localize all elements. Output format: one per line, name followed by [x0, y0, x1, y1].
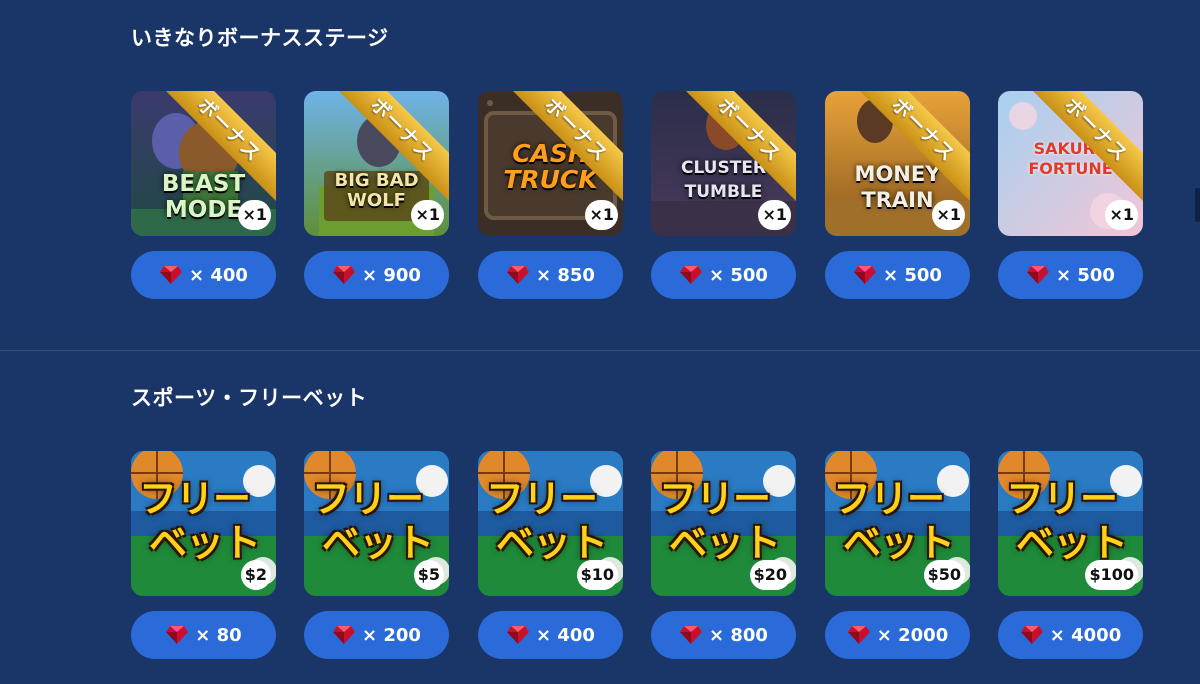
quantity-badge: ×1	[411, 200, 444, 230]
shop-item-freebet[interactable]: フリー ベット $100 × 4000	[998, 451, 1143, 661]
price-button[interactable]: × 500	[825, 251, 970, 299]
sports-freebet-section: スポーツ・フリーベット フリー ベット $2 × 80 フリー ベット $5 ×…	[0, 351, 1200, 684]
freebet-line2: ベット	[669, 521, 781, 565]
section-title: スポーツ・フリーベット	[131, 386, 368, 410]
price-button[interactable]: × 500	[651, 251, 796, 299]
freebet-line1: フリー	[833, 477, 945, 521]
freebet-thumbnail[interactable]: フリー ベット $20	[651, 451, 796, 596]
quantity-badge: ×1	[758, 200, 791, 230]
freebet-thumbnail[interactable]: フリー ベット $5	[304, 451, 449, 596]
ruby-gem-icon	[166, 626, 189, 644]
price-button[interactable]: × 80	[131, 611, 276, 659]
shop-item-freebet[interactable]: フリー ベット $5 × 200	[304, 451, 449, 661]
quantity-badge: ×1	[585, 200, 618, 230]
amount-badge: $20	[749, 560, 791, 590]
price-label: × 400	[536, 624, 595, 646]
price-label: × 900	[362, 264, 421, 286]
price-label: × 800	[709, 624, 768, 646]
shop-item-cluster-tumble[interactable]: CLUSTER TUMBLE ボーナス ×1 × 500	[651, 91, 796, 301]
freebet-logo: フリー ベット	[659, 477, 789, 565]
ruby-gem-icon	[507, 626, 530, 644]
ruby-gem-icon	[854, 266, 877, 284]
ruby-gem-icon	[507, 266, 530, 284]
freebet-logo: フリー ベット	[312, 477, 442, 565]
scrollbar-thumb[interactable]	[1195, 188, 1200, 222]
price-label: × 850	[536, 264, 595, 286]
freebet-logo: フリー ベット	[833, 477, 963, 565]
freebet-thumbnail[interactable]: フリー ベット $50	[825, 451, 970, 596]
section-title: いきなりボーナスステージ	[131, 26, 389, 50]
game-thumbnail[interactable]: BEAST MODE ボーナス ×1	[131, 91, 276, 236]
freebet-logo: フリー ベット	[139, 477, 269, 565]
game-thumbnail[interactable]: CASH TRUCK ボーナス ×1	[478, 91, 623, 236]
freebet-line2: ベット	[496, 521, 608, 565]
game-thumbnail[interactable]: MONEY TRAIN ボーナス ×1	[825, 91, 970, 236]
freebet-logo: フリー ベット	[486, 477, 616, 565]
amount-badge: $50	[923, 560, 965, 590]
shop-item-money-train[interactable]: MONEY TRAIN ボーナス ×1 × 500	[825, 91, 970, 301]
freebet-line2: ベット	[843, 521, 955, 565]
freebet-line1: フリー	[139, 477, 251, 521]
shop-item-freebet[interactable]: フリー ベット $50 × 2000	[825, 451, 970, 661]
freebet-line1: フリー	[312, 477, 424, 521]
game-thumbnail[interactable]: CLUSTER TUMBLE ボーナス ×1	[651, 91, 796, 236]
ruby-gem-icon	[680, 626, 703, 644]
amount-badge: $2	[240, 560, 271, 590]
freebet-logo: フリー ベット	[1006, 477, 1136, 565]
price-button[interactable]: × 400	[478, 611, 623, 659]
price-label: × 400	[189, 264, 248, 286]
price-button[interactable]: × 850	[478, 251, 623, 299]
price-button[interactable]: × 900	[304, 251, 449, 299]
price-label: × 500	[883, 264, 942, 286]
price-button[interactable]: × 400	[131, 251, 276, 299]
shop-item-freebet[interactable]: フリー ベット $2 × 80	[131, 451, 276, 661]
price-button[interactable]: × 800	[651, 611, 796, 659]
shop-item-freebet[interactable]: フリー ベット $20 × 800	[651, 451, 796, 661]
price-label: × 200	[362, 624, 421, 646]
quantity-badge: ×1	[932, 200, 965, 230]
amount-badge: $10	[576, 560, 618, 590]
quantity-badge: ×1	[1105, 200, 1138, 230]
price-label: × 80	[195, 624, 242, 646]
shop-item-big-bad-wolf[interactable]: BIG BAD WOLF ボーナス ×1 × 900	[304, 91, 449, 301]
price-label: × 4000	[1049, 624, 1122, 646]
price-button[interactable]: × 4000	[998, 611, 1143, 659]
ruby-gem-icon	[160, 266, 183, 284]
shop-item-freebet[interactable]: フリー ベット $10 × 400	[478, 451, 623, 661]
quantity-badge: ×1	[238, 200, 271, 230]
bonus-stage-section: いきなりボーナスステージ BEAST MODE ボーナス ×1 × 400 BI…	[0, 0, 1200, 350]
amount-badge: $5	[413, 560, 444, 590]
freebet-thumbnail[interactable]: フリー ベット $100	[998, 451, 1143, 596]
freebet-line1: フリー	[659, 477, 771, 521]
ruby-gem-icon	[1020, 626, 1043, 644]
ruby-gem-icon	[1027, 266, 1050, 284]
freebet-line2: ベット	[1016, 521, 1128, 565]
game-thumbnail[interactable]: SAKURA FORTUNE ボーナス ×1	[998, 91, 1143, 236]
freebet-line2: ベット	[322, 521, 434, 565]
shop-item-beast-mode[interactable]: BEAST MODE ボーナス ×1 × 400	[131, 91, 276, 301]
price-button[interactable]: × 200	[304, 611, 449, 659]
freebet-thumbnail[interactable]: フリー ベット $2	[131, 451, 276, 596]
freebet-line1: フリー	[1006, 477, 1118, 521]
price-label: × 2000	[876, 624, 949, 646]
shop-item-cash-truck[interactable]: CASH TRUCK ボーナス ×1 × 850	[478, 91, 623, 301]
freebet-line2: ベット	[149, 521, 261, 565]
price-button[interactable]: × 500	[998, 251, 1143, 299]
ruby-gem-icon	[847, 626, 870, 644]
freebet-line1: フリー	[486, 477, 598, 521]
ruby-gem-icon	[680, 266, 703, 284]
freebet-thumbnail[interactable]: フリー ベット $10	[478, 451, 623, 596]
price-label: × 500	[1056, 264, 1115, 286]
price-label: × 500	[709, 264, 768, 286]
amount-badge: $100	[1085, 560, 1138, 590]
ruby-gem-icon	[333, 626, 356, 644]
shop-item-sakura-fortune[interactable]: SAKURA FORTUNE ボーナス ×1 × 500	[998, 91, 1143, 301]
game-thumbnail[interactable]: BIG BAD WOLF ボーナス ×1	[304, 91, 449, 236]
price-button[interactable]: × 2000	[825, 611, 970, 659]
ruby-gem-icon	[333, 266, 356, 284]
